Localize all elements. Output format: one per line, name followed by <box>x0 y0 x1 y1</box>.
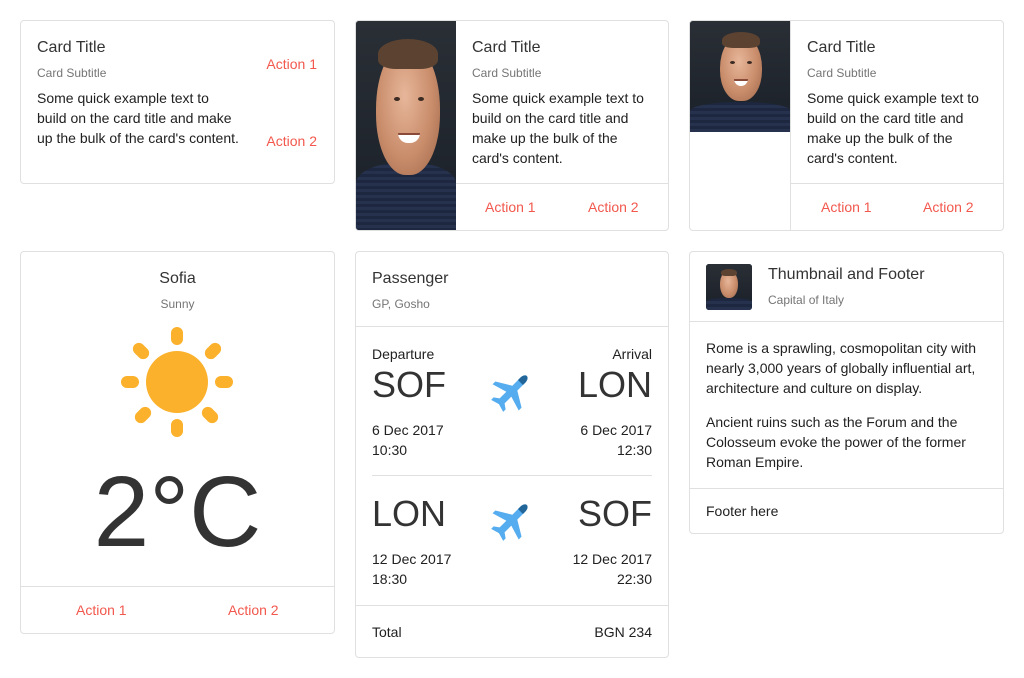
card-title: Card Title <box>807 39 876 56</box>
arrival-date: 6 Dec 2017 <box>580 422 652 438</box>
card-footer: Footer here <box>706 503 779 519</box>
divider <box>356 605 668 606</box>
total-label: Total <box>372 624 402 640</box>
action-2-button[interactable]: Action 2 <box>588 199 639 215</box>
card-text: Some quick example text to build on the … <box>37 90 239 146</box>
total-value: BGN 234 <box>594 624 652 640</box>
card-subtitle: Card Subtitle <box>37 66 107 80</box>
divider <box>690 321 1003 322</box>
divider <box>690 488 1003 489</box>
card-image <box>356 21 456 230</box>
card-subtitle: Card Subtitle <box>807 66 877 80</box>
card-basic: Card Title Card Subtitle Some quick exam… <box>20 20 335 184</box>
action-2-button[interactable]: Action 2 <box>266 133 317 149</box>
departure-time: 10:30 <box>372 442 408 458</box>
airplane-icon <box>491 375 528 412</box>
airplane-icon <box>491 504 528 541</box>
card-subtitle: Card Subtitle <box>472 66 542 80</box>
card-title: Card Title <box>472 39 541 56</box>
card-subtitle: Capital of Italy <box>768 293 845 307</box>
divider <box>21 586 334 587</box>
card-with-thumbnail-image: Card Title Card Subtitle Some quick exam… <box>689 20 1004 231</box>
sun-icon <box>121 327 233 437</box>
arrival-time: 12:30 <box>616 442 652 458</box>
destination-code: SOF <box>577 493 652 534</box>
action-1-button[interactable]: Action 1 <box>485 199 536 215</box>
departure-time: 18:30 <box>372 571 408 587</box>
action-2-button[interactable]: Action 2 <box>923 199 974 215</box>
origin-code: SOF <box>372 364 447 405</box>
card-with-image: Card Title Card Subtitle Some quick exam… <box>355 20 669 231</box>
thumbnail-footer-card: Thumbnail and Footer Capital of Italy Ro… <box>689 251 1004 534</box>
weather-condition: Sunny <box>160 297 195 311</box>
action-1-button[interactable]: Action 1 <box>821 199 872 215</box>
paragraph: Rome is a sprawling, cosmopolitan city w… <box>706 340 976 396</box>
origin-code: LON <box>372 493 447 534</box>
divider <box>456 183 668 184</box>
destination-code: LON <box>577 364 652 405</box>
card-text: Some quick example text to build on the … <box>472 90 644 166</box>
action-1-button[interactable]: Action 1 <box>76 602 127 618</box>
paragraph: Ancient ruins such as the Forum and the … <box>706 414 966 470</box>
departure-label: Departure <box>372 346 435 362</box>
card-title: Card Title <box>37 39 106 56</box>
weather-card: Sofia Sunny 2°C Action 1 Action 2 <box>20 251 335 634</box>
city-name: Sofia <box>159 270 196 287</box>
divider <box>356 326 668 327</box>
passenger-title: Passenger <box>372 270 449 287</box>
departure-date: 6 Dec 2017 <box>372 422 444 438</box>
divider <box>791 183 1003 184</box>
leg-divider <box>372 475 652 476</box>
temperature: 2°C <box>93 456 262 568</box>
arrival-date: 12 Dec 2017 <box>572 551 652 567</box>
departure-date: 12 Dec 2017 <box>372 551 452 567</box>
action-1-button[interactable]: Action 1 <box>266 56 317 72</box>
vertical-divider <box>790 21 791 230</box>
card-text: Some quick example text to build on the … <box>807 90 979 166</box>
flight-card: Passenger GP, Gosho Departure Arrival SO… <box>355 251 669 658</box>
card-image <box>690 21 791 132</box>
action-2-button[interactable]: Action 2 <box>228 602 279 618</box>
arrival-label: Arrival <box>612 346 652 362</box>
card-title: Thumbnail and Footer <box>768 266 925 283</box>
arrival-time: 22:30 <box>616 571 652 587</box>
passenger-name: GP, Gosho <box>372 297 430 311</box>
avatar <box>706 264 752 310</box>
